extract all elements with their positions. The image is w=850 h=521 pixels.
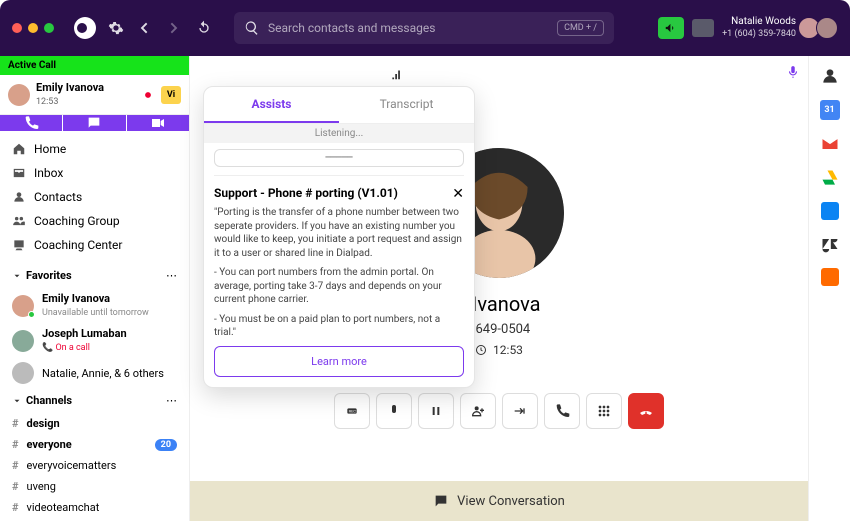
channels-header[interactable]: Channels ⋯ [0,388,189,413]
nav-inbox[interactable]: Inbox [0,161,189,185]
chevron-down-icon [12,396,22,406]
close-icon[interactable]: ✕ [452,186,464,202]
message-button[interactable] [63,115,125,131]
inbox-icon[interactable] [692,19,714,37]
search-icon [244,20,260,36]
window-controls [12,23,54,33]
user-name: Natalie Woods [722,16,796,28]
card-text: - You must be on a paid plan to port num… [214,313,464,340]
signal-icon [390,66,404,85]
favorites-header[interactable]: Favorites ⋯ [0,263,189,288]
hash-icon: # [12,480,19,493]
close-dot[interactable] [12,23,22,33]
avatar [12,330,34,352]
favorite-item[interactable]: Emily IvanovaUnavailable until tomorrow [0,288,189,323]
channel-item[interactable]: #design [0,413,189,434]
calendar-icon[interactable]: 31 [820,100,840,120]
sidebar: Active Call Emily Ivanova 12:53 Vi Home … [0,56,190,521]
channel-item[interactable]: #videoteamchat [0,497,189,518]
hash-icon: # [12,501,19,514]
video-button[interactable] [127,115,189,131]
vi-badge: Vi [161,86,181,104]
hold-button[interactable] [418,393,454,429]
favorite-item[interactable]: Joseph Lumaban📞 On a call [0,323,189,358]
call-time: 12:53 [36,97,58,107]
transfer-button[interactable] [502,393,538,429]
tab-transcript[interactable]: Transcript [339,87,474,123]
svg-text:REC: REC [349,408,357,413]
tab-assists[interactable]: Assists [204,87,339,123]
channel-item[interactable]: #everyone20 [0,434,189,455]
card-title: Support - Phone # porting (V1.01) [214,186,464,200]
drive-icon[interactable] [820,168,840,188]
back-icon[interactable] [136,20,152,36]
user-phone: +1 (604) 359-7840 [722,29,796,39]
avatar [8,84,30,106]
hash-icon: # [12,438,19,451]
mute-button[interactable] [376,393,412,429]
avatar [12,362,34,384]
hangup-button[interactable] [628,393,664,429]
refresh-icon[interactable] [196,20,212,36]
channel-item[interactable]: #uveng [0,476,189,497]
nav-list: Home Inbox Contacts Coaching Group Coach… [0,131,189,263]
user-menu[interactable]: Natalie Woods +1 (604) 359-7840 [722,16,838,40]
call-name: Emily Ivanova [36,81,104,94]
chat-icon [433,493,449,509]
search-bar[interactable]: CMD + / [234,12,614,44]
avatar [12,295,34,317]
learn-more-button[interactable]: Learn more [214,346,464,377]
record-button[interactable]: REC [334,393,370,429]
nav-contacts[interactable]: Contacts [0,185,189,209]
hash-icon: # [12,417,19,430]
listening-status: Listening... [204,124,474,143]
more-icon[interactable]: ⋯ [166,394,177,407]
hash-icon: # [12,459,19,472]
dial-button[interactable] [0,115,62,131]
app-icon[interactable] [821,202,839,220]
call-duration: 12:53 [475,343,523,357]
nav-coaching-center[interactable]: Coaching Center [0,233,189,257]
max-dot[interactable] [44,23,54,33]
record-icon [141,88,155,102]
add-person-button[interactable] [460,393,496,429]
call-button[interactable] [544,393,580,429]
active-call-card[interactable]: Emily Ivanova 12:53 Vi [0,75,189,115]
card-text: "Porting is the transfer of a phone numb… [214,206,464,260]
assists-panel: Assists Transcript Listening... ━━━━━ ✕ … [203,86,475,388]
forward-icon[interactable] [166,20,182,36]
more-icon[interactable]: ⋯ [166,269,177,282]
collapsed-card[interactable]: ━━━━━ [214,149,464,167]
favorite-others[interactable]: Natalie, Annie, & 6 others [0,358,189,388]
min-dot[interactable] [28,23,38,33]
app-icon-orange[interactable] [821,268,839,286]
gear-icon[interactable] [108,20,124,36]
call-actions [0,115,189,131]
nav-home[interactable]: Home [0,137,189,161]
keypad-button[interactable] [586,393,622,429]
right-rail: 31 [808,56,850,521]
announce-button[interactable] [658,17,684,39]
unread-badge: 20 [155,439,177,451]
app-logo [74,17,96,39]
contact-phone: ) 649-0504 [468,322,531,337]
avatar [816,17,838,39]
chevron-down-icon [12,271,22,281]
card-text: - You can port numbers from the admin po… [214,266,464,307]
status-dot [28,311,35,318]
zendesk-icon[interactable] [820,234,840,254]
nav-coaching-group[interactable]: Coaching Group [0,209,189,233]
topbar: CMD + / Natalie Woods +1 (604) 359-7840 [0,0,850,56]
active-call-banner: Active Call [0,56,189,75]
shortcut-hint: CMD + / [557,20,604,36]
view-conversation-button[interactable]: View Conversation [190,481,808,521]
profile-icon[interactable] [820,66,840,86]
channel-item[interactable]: #everyvoicematters [0,455,189,476]
assist-card: ✕ Support - Phone # porting (V1.01) "Por… [214,175,464,377]
search-input[interactable] [268,21,549,35]
mic-icon[interactable] [786,64,800,83]
gmail-icon[interactable] [820,134,840,154]
call-controls: REC [334,393,664,429]
